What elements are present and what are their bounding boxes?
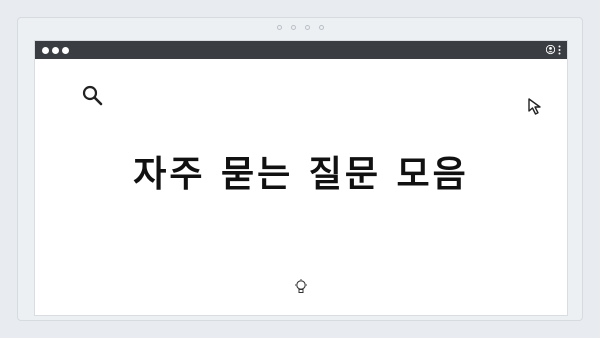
maximize-window-button[interactable] (62, 46, 69, 54)
kebab-menu-icon[interactable] (558, 45, 561, 55)
browser-window: 자주 묻는 질문 모음 (34, 40, 568, 316)
page-title: 자주 묻는 질문 모음 (133, 154, 469, 195)
titlebar-actions (546, 45, 561, 55)
camera-dot (304, 25, 310, 30)
camera-dot (290, 25, 296, 30)
close-window-button[interactable] (42, 46, 49, 54)
minimize-window-button[interactable] (52, 46, 59, 54)
cursor-icon (527, 97, 547, 117)
search-icon[interactable] (81, 84, 105, 108)
camera-dot (318, 25, 324, 30)
camera-dot (276, 25, 282, 30)
camera-dots (18, 25, 582, 30)
user-icon[interactable] (546, 45, 555, 55)
window-content: 자주 묻는 질문 모음 (35, 59, 567, 317)
window-titlebar (35, 41, 567, 59)
lightbulb-icon (294, 279, 308, 295)
window-controls (42, 46, 69, 54)
